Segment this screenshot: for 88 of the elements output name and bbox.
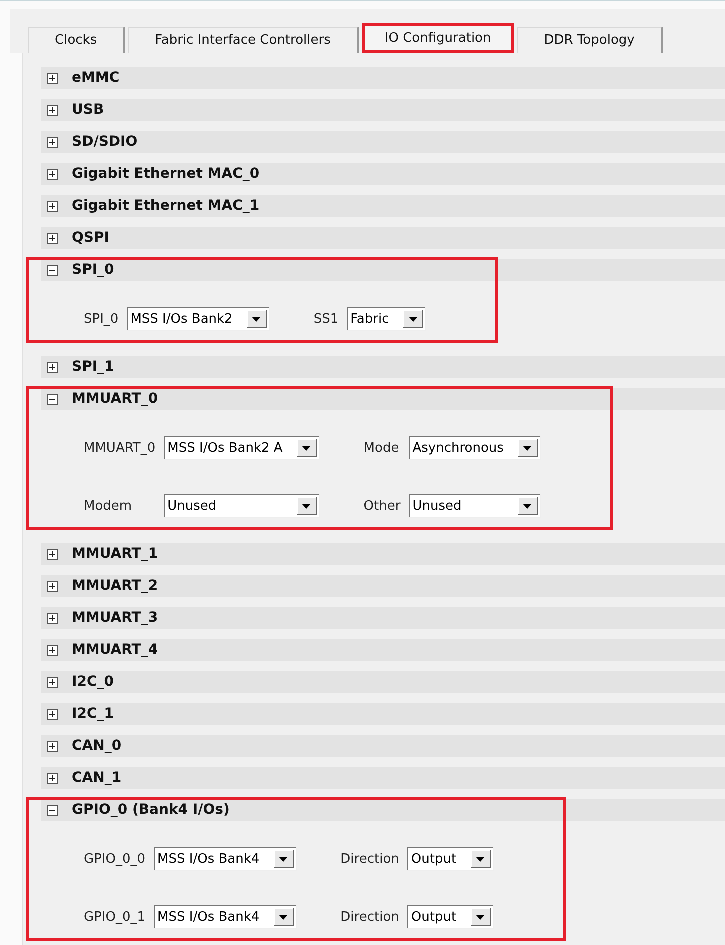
section-header[interactable]: QSPI [41, 227, 725, 249]
section-header[interactable]: MMUART_1 [41, 543, 725, 565]
dropdown[interactable]: MSS I/Os Bank2 A [164, 436, 320, 460]
dropdown-arrow-icon [523, 504, 532, 508]
dropdown-arrow-icon [302, 504, 312, 508]
section-header[interactable]: USB [41, 99, 725, 121]
field-label: SPI_0 [84, 312, 119, 326]
tab[interactable]: Clocks [28, 27, 126, 53]
collapse-icon[interactable] [47, 394, 58, 404]
expand-icon[interactable] [47, 580, 58, 592]
section-header[interactable]: SD/SDIO [41, 131, 725, 153]
section-title: eMMC [72, 70, 120, 86]
section-header[interactable]: SPI_0 [41, 259, 725, 281]
section-title: SPI_1 [72, 359, 114, 375]
expand-icon[interactable] [47, 612, 58, 624]
dropdown-arrow-icon [279, 914, 288, 920]
section-title: CAN_1 [72, 770, 122, 786]
collapse-icon[interactable] [47, 804, 58, 816]
section-title: USB [72, 102, 104, 118]
section-header[interactable]: MMUART_4 [41, 639, 725, 661]
section-header[interactable]: GPIO_0 (Bank4 I/Os) [41, 799, 725, 821]
section-title: MMUART_1 [72, 546, 158, 562]
dropdown-arrow-icon [476, 914, 486, 920]
field-label: GPIO_0_0 [84, 852, 146, 866]
field-label: MMUART_0 [84, 440, 156, 456]
expand-icon[interactable] [47, 104, 58, 116]
field-label: Mode [364, 440, 400, 456]
tab[interactable]: DDR Topology [517, 27, 663, 53]
dropdown[interactable]: Asynchronous [408, 436, 541, 460]
section-title: SPI_0 [72, 262, 114, 278]
dropdown-arrow-icon [476, 856, 486, 862]
expand-icon[interactable] [47, 708, 58, 720]
dropdown[interactable]: Unused [408, 494, 541, 518]
tab[interactable]: Fabric Interface Controllers [128, 27, 359, 53]
dropdown[interactable]: MSS I/Os Bank4 [154, 905, 297, 929]
expand-icon[interactable] [47, 72, 58, 84]
field-label: Direction [340, 910, 400, 924]
section-title: GPIO_0 (Bank4 I/Os) [72, 802, 230, 818]
dropdown[interactable]: MSS I/Os Bank4 [154, 847, 297, 871]
section-title: Gigabit Ethernet MAC_0 [72, 166, 260, 182]
dropdown[interactable]: MSS I/Os Bank2 [126, 307, 270, 331]
section-title: MMUART_4 [72, 642, 158, 658]
dropdown-arrow-icon [302, 446, 312, 450]
dropdown[interactable]: Unused [164, 494, 320, 518]
section-header[interactable]: Gigabit Ethernet MAC_1 [41, 195, 725, 217]
expand-icon[interactable] [47, 676, 58, 688]
section-header[interactable]: MMUART_3 [41, 607, 725, 629]
section-header[interactable]: SPI_1 [41, 356, 725, 378]
section-title: MMUART_2 [72, 578, 158, 594]
section-title: I2C_0 [72, 674, 114, 690]
expand-icon[interactable] [47, 136, 58, 148]
dropdown-arrow-icon [408, 316, 418, 322]
section-header[interactable]: I2C_0 [41, 671, 725, 693]
expand-icon[interactable] [47, 168, 58, 180]
expand-icon[interactable] [47, 644, 58, 656]
field-label: Direction [340, 852, 400, 866]
field-label: Other [364, 498, 401, 514]
section-title: Gigabit Ethernet MAC_1 [72, 198, 260, 214]
section-title: I2C_1 [72, 706, 114, 722]
section-header[interactable]: I2C_1 [41, 703, 725, 725]
section-header[interactable]: eMMC [41, 67, 725, 89]
section-header[interactable]: Gigabit Ethernet MAC_0 [41, 163, 725, 185]
expand-icon[interactable] [47, 740, 58, 752]
expand-icon[interactable] [47, 772, 58, 784]
dropdown[interactable]: Fabric [346, 307, 426, 331]
section-title: MMUART_3 [72, 610, 158, 626]
field-label: SS1 [314, 312, 339, 326]
expand-icon[interactable] [47, 200, 58, 212]
expand-icon[interactable] [47, 548, 58, 560]
dropdown-arrow-icon [523, 446, 532, 450]
section-title: MMUART_0 [72, 391, 158, 407]
section-title: SD/SDIO [72, 134, 138, 150]
section-header[interactable]: CAN_0 [41, 735, 725, 757]
field-label: GPIO_0_1 [84, 910, 146, 924]
dropdown[interactable]: Output [407, 847, 494, 871]
dropdown[interactable]: Output [407, 905, 494, 929]
expand-icon[interactable] [47, 362, 58, 372]
tab[interactable]: IO Configuration [362, 23, 514, 53]
section-header[interactable]: MMUART_0 [41, 388, 725, 410]
dropdown-arrow-icon [252, 316, 262, 322]
section-title: CAN_0 [72, 738, 122, 754]
field-label: Modem [84, 498, 134, 514]
dropdown-arrow-icon [279, 856, 288, 862]
collapse-icon[interactable] [47, 264, 58, 276]
section-header[interactable]: MMUART_2 [41, 575, 725, 597]
section-header[interactable]: CAN_1 [41, 767, 725, 789]
expand-icon[interactable] [47, 232, 58, 244]
section-title: QSPI [72, 230, 110, 246]
